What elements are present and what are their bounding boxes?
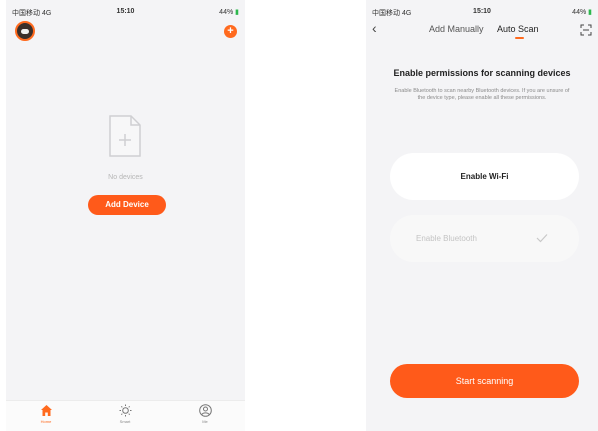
page-title: Enable permissions for scanning devices xyxy=(393,68,571,78)
tab-me-label: Me xyxy=(202,419,208,424)
empty-state-text: No devices xyxy=(108,174,143,181)
avatar[interactable] xyxy=(15,21,35,41)
battery-icon: ▮ xyxy=(235,9,239,16)
add-icon[interactable]: + xyxy=(224,25,237,38)
tab-add-manually[interactable]: Add Manually xyxy=(429,24,484,34)
home-icon xyxy=(40,405,52,416)
empty-device-icon xyxy=(108,114,142,158)
sun-icon xyxy=(119,404,131,417)
tab-smart-label: Smart xyxy=(119,419,131,424)
status-time: 15:10 xyxy=(116,8,135,15)
chevron-left-icon[interactable]: ‹ xyxy=(372,20,377,36)
scan-frame-icon[interactable] xyxy=(580,23,592,41)
tab-home[interactable]: Home xyxy=(26,404,66,424)
auto-scan-screen: 中国移动 4G 15:10 44% ▮ ‹ Add Manually Auto … xyxy=(366,0,598,431)
battery-icon: ▮ xyxy=(588,9,592,16)
enable-wifi-label: Enable Wi-Fi xyxy=(460,172,509,181)
enable-bluetooth-label: Enable Bluetooth xyxy=(416,234,477,243)
bottom-tab-bar: Home Smart Me xyxy=(6,400,245,431)
status-bar: 中国移动 4G 15:10 44% ▮ xyxy=(366,0,598,22)
add-device-button[interactable]: Add Device xyxy=(88,195,166,215)
check-icon xyxy=(536,234,548,243)
status-bar: 中国移动 4G 15:10 44% ▮ xyxy=(6,0,245,22)
enable-bluetooth-button[interactable]: Enable Bluetooth xyxy=(390,215,579,262)
permission-description: Enable Bluetooth to scan nearby Bluetoot… xyxy=(394,88,570,101)
tab-auto-scan[interactable]: Auto Scan xyxy=(497,24,539,34)
battery-level: 44% ▮ xyxy=(572,9,592,16)
tab-smart[interactable]: Smart xyxy=(105,404,145,424)
home-screen: 中国移动 4G 15:10 44% ▮ + No devices Add Dev… xyxy=(6,0,245,431)
start-scanning-button[interactable]: Start scanning xyxy=(390,364,579,398)
user-icon xyxy=(198,404,212,417)
battery-level: 44% ▮ xyxy=(219,9,239,16)
status-time: 15:10 xyxy=(473,8,491,15)
tab-home-label: Home xyxy=(40,419,52,424)
tab-me[interactable]: Me xyxy=(185,404,225,424)
active-tab-indicator xyxy=(515,37,524,39)
enable-wifi-button[interactable]: Enable Wi-Fi xyxy=(390,153,579,200)
